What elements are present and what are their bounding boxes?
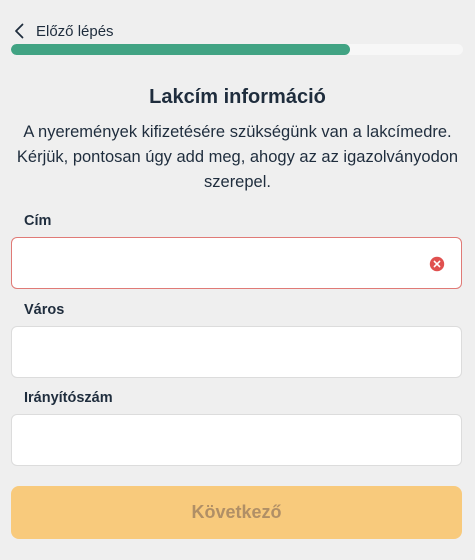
progress-fill <box>11 44 350 55</box>
city-field-wrapper <box>11 326 462 378</box>
address-field-wrapper <box>11 237 462 289</box>
back-button[interactable]: Előző lépés <box>14 18 114 44</box>
next-button[interactable]: Következő <box>11 486 462 539</box>
clear-circle-x-icon[interactable] <box>429 256 445 272</box>
city-label: Város <box>24 302 65 318</box>
back-label: Előző lépés <box>36 22 114 40</box>
zip-field-wrapper <box>11 414 462 466</box>
progress-bar <box>11 44 463 55</box>
page-subtitle: A nyeremények kifizetésére szükségünk va… <box>16 123 459 191</box>
zip-input[interactable] <box>12 415 461 465</box>
page-title: Lakcím információ <box>149 86 326 108</box>
address-info-screen: Előző lépés Lakcím információ A nyeremén… <box>0 0 475 560</box>
address-label: Cím <box>24 213 52 229</box>
zip-label: Irányítószám <box>24 390 113 406</box>
chevron-left-icon <box>14 23 24 39</box>
city-input[interactable] <box>12 327 461 377</box>
address-input[interactable] <box>12 238 461 288</box>
